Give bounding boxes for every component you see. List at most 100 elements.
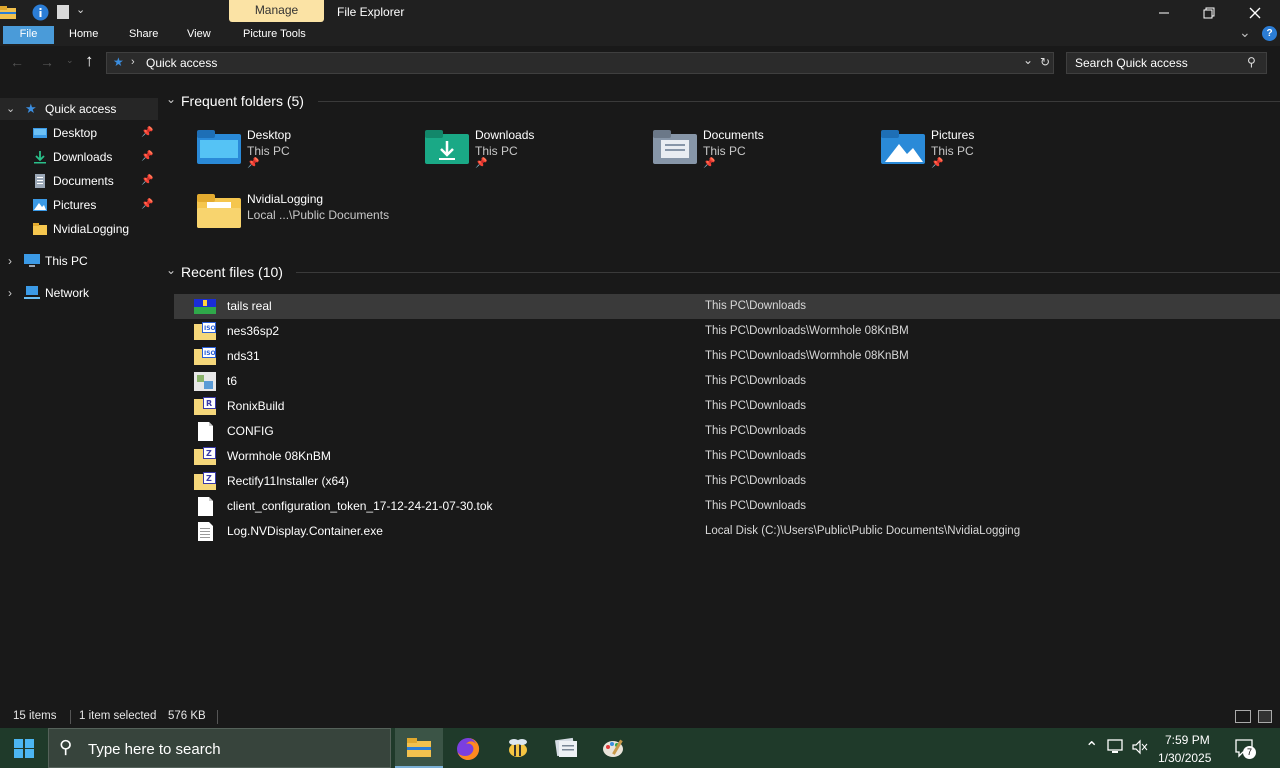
network-icon xyxy=(24,286,40,299)
file-explorer-icon xyxy=(407,738,431,757)
recent-file-row[interactable]: t6 This PC\Downloads xyxy=(174,369,1280,394)
forward-arrow-icon[interactable]: → xyxy=(40,54,54,70)
taskbar-search-box[interactable]: ⚲ Type here to search xyxy=(48,728,391,768)
address-bar[interactable]: ★ › Quick access ⌄ ↻ xyxy=(106,52,1054,74)
show-hidden-icons-chevron-icon[interactable]: ⌃ xyxy=(1085,738,1098,758)
file-path: This PC\Downloads xyxy=(705,425,806,437)
recent-file-row[interactable]: Log.NVDisplay.Container.exe Local Disk (… xyxy=(174,519,1280,544)
status-bar: 15 items 1 item selected 576 KB xyxy=(0,706,1280,728)
nav-documents[interactable]: Documents 📌 xyxy=(0,170,158,192)
frequent-folders-heading[interactable]: Frequent folders (5) xyxy=(181,93,304,109)
svg-text:ISO: ISO xyxy=(204,350,216,357)
pin-icon[interactable]: 📌 xyxy=(141,170,153,192)
recent-collapse-chevron-icon[interactable]: ⌄ xyxy=(166,263,176,277)
new-folder-icon[interactable] xyxy=(57,5,69,19)
file-path: This PC\Downloads xyxy=(705,500,806,512)
help-icon[interactable]: ? xyxy=(1262,26,1277,41)
recent-file-row[interactable]: tails real This PC\Downloads xyxy=(174,294,1280,319)
quick-access-star-icon: ★ xyxy=(113,55,124,69)
nav-this-pc[interactable]: › This PC xyxy=(0,250,158,272)
frequent-folder-pictures[interactable]: Pictures This PC 📌 xyxy=(881,124,1101,180)
item-count: 15 items xyxy=(13,710,57,722)
frequent-folder-downloads[interactable]: Downloads This PC 📌 xyxy=(425,124,645,180)
window-title: File Explorer xyxy=(337,5,405,19)
recent-file-row[interactable]: ISO nes36sp2 This PC\Downloads\Wormhole … xyxy=(174,319,1280,344)
volume-icon[interactable] xyxy=(1131,739,1149,755)
search-box[interactable]: Search Quick access ⚲ xyxy=(1066,52,1267,74)
pin-icon[interactable]: 📌 xyxy=(141,146,153,168)
archive-z-icon: Z xyxy=(194,447,216,465)
frequent-collapse-chevron-icon[interactable]: ⌄ xyxy=(166,92,176,106)
tab-file[interactable]: File xyxy=(3,26,54,44)
collapsed-chevron-icon[interactable]: › xyxy=(8,250,12,272)
file-name: Wormhole 08KnBM xyxy=(227,449,331,463)
taskbar-firefox[interactable] xyxy=(444,728,492,768)
recent-locations-chevron-icon[interactable]: ⌄ xyxy=(66,55,74,66)
details-view-icon[interactable] xyxy=(1235,710,1251,723)
nav-quick-access[interactable]: ⌄ ★ Quick access xyxy=(0,98,158,120)
search-icon[interactable]: ⚲ xyxy=(1247,55,1256,69)
recent-file-row[interactable]: client_configuration_token_17-12-24-21-0… xyxy=(174,494,1280,519)
file-name: nes36sp2 xyxy=(227,324,280,338)
properties-icon[interactable] xyxy=(32,4,49,21)
tab-share[interactable]: Share xyxy=(129,28,158,40)
recent-file-row[interactable]: Z Rectify11Installer (x64) This PC\Downl… xyxy=(174,469,1280,494)
refresh-icon[interactable]: ↻ xyxy=(1040,55,1050,69)
pin-icon[interactable]: 📌 xyxy=(141,194,153,216)
recent-file-row[interactable]: Z Wormhole 08KnBM This PC\Downloads xyxy=(174,444,1280,469)
collapsed-chevron-icon[interactable]: › xyxy=(8,282,12,304)
minimize-icon[interactable] xyxy=(1152,0,1176,26)
close-icon[interactable] xyxy=(1243,0,1267,26)
status-divider xyxy=(217,710,218,724)
file-path: This PC\Downloads xyxy=(705,450,806,462)
breadcrumb-separator-icon[interactable]: › xyxy=(131,56,135,68)
recent-file-row[interactable]: ISO nds31 This PC\Downloads\Wormhole 08K… xyxy=(174,344,1280,369)
frequent-folder-nvidialogging[interactable]: NvidiaLogging Local ...\Public Documents xyxy=(197,188,457,244)
address-row: ← → ⌄ ↑ ★ › Quick access ⌄ ↻ Search Quic… xyxy=(0,46,1280,82)
frequent-folder-desktop[interactable]: Desktop This PC 📌 xyxy=(197,124,417,180)
pin-icon[interactable]: 📌 xyxy=(141,122,153,144)
up-arrow-icon[interactable]: ↑ xyxy=(85,51,94,71)
nav-pictures-label: Pictures xyxy=(53,198,97,212)
search-icon: ⚲ xyxy=(59,737,73,757)
app-file-icon xyxy=(194,372,216,391)
notification-center-icon[interactable]: 7 xyxy=(1235,739,1257,759)
folder-name: Documents xyxy=(703,128,764,142)
documents-folder-icon xyxy=(653,130,697,164)
taskbar: ⚲ Type here to search ⌃ 7:59 PM 1/30/202… xyxy=(0,728,1280,768)
restore-icon[interactable] xyxy=(1197,0,1221,26)
folder-name: Desktop xyxy=(247,128,292,142)
clock-date[interactable]: 1/30/2025 xyxy=(1158,751,1211,765)
tab-picture-tools[interactable]: Picture Tools xyxy=(243,28,306,40)
clock-time[interactable]: 7:59 PM xyxy=(1165,733,1210,747)
expand-ribbon-chevron-icon[interactable]: ⌄ xyxy=(1239,24,1251,41)
breadcrumb-quick-access[interactable]: Quick access xyxy=(146,56,217,70)
network-status-icon[interactable] xyxy=(1107,739,1125,755)
search-input[interactable]: Search Quick access xyxy=(1075,56,1188,70)
expanded-chevron-icon[interactable]: ⌄ xyxy=(6,98,15,120)
taskbar-app-documents[interactable] xyxy=(542,728,590,768)
recent-file-row[interactable]: R RonixBuild This PC\Downloads xyxy=(174,394,1280,419)
recent-file-row[interactable]: CONFIG This PC\Downloads xyxy=(174,419,1280,444)
tab-view[interactable]: View xyxy=(187,28,211,40)
address-dropdown-chevron-icon[interactable]: ⌄ xyxy=(1023,53,1033,67)
recent-files-heading[interactable]: Recent files (10) xyxy=(181,264,283,280)
frequent-folder-documents[interactable]: Documents This PC 📌 xyxy=(653,124,873,180)
taskbar-search-input[interactable]: Type here to search xyxy=(88,741,221,758)
blank-file-icon xyxy=(198,422,213,441)
taskbar-app-bee[interactable] xyxy=(494,728,542,768)
large-icons-view-icon[interactable] xyxy=(1258,710,1272,723)
taskbar-app-paint[interactable] xyxy=(590,728,638,768)
nav-nvidialogging[interactable]: NvidiaLogging xyxy=(0,218,158,240)
nav-network[interactable]: › Network xyxy=(0,282,158,304)
nav-pictures[interactable]: Pictures 📌 xyxy=(0,194,158,216)
customize-toolbar-chevron-icon[interactable]: ⌄ xyxy=(76,3,85,16)
back-arrow-icon[interactable]: ← xyxy=(10,54,24,70)
iso-file-icon: ISO xyxy=(194,322,216,340)
nav-desktop[interactable]: Desktop 📌 xyxy=(0,122,158,144)
tab-home[interactable]: Home xyxy=(69,28,98,40)
manage-contextual-tab[interactable]: Manage xyxy=(229,0,324,22)
taskbar-file-explorer[interactable] xyxy=(395,728,443,768)
windows-start-icon[interactable] xyxy=(14,739,34,758)
nav-downloads[interactable]: Downloads 📌 xyxy=(0,146,158,168)
